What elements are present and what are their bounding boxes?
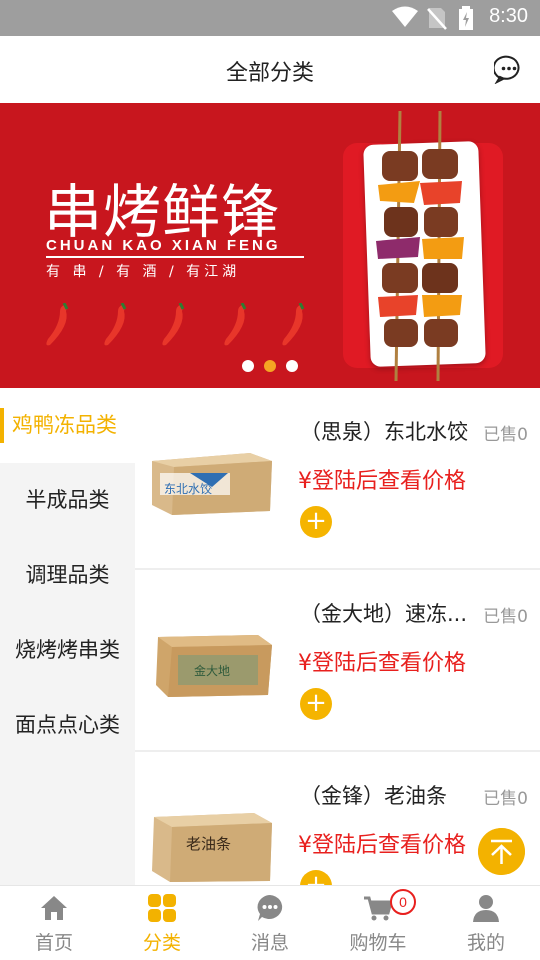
cart-badge: 0 (390, 889, 416, 915)
product-name[interactable]: （金锋）老油条 (300, 780, 475, 810)
product-box-label: 老油条 (186, 835, 231, 853)
tab-label: 分类 (142, 932, 181, 954)
tab-label: 购物车 (349, 932, 407, 954)
add-to-cart-button[interactable]: + (300, 688, 332, 720)
battery-charging-icon (459, 6, 473, 30)
chili-pepper-icon (282, 303, 305, 346)
sidebar-item-semi-finished[interactable]: 半成品类 (0, 463, 135, 538)
banner-divider (46, 256, 304, 258)
sidebar-item-bbq-skewers[interactable]: 烧烤烤串类 (0, 613, 135, 688)
product-image: 老油条 (152, 813, 272, 882)
clock: 8:30 (489, 5, 528, 27)
tab-category[interactable]: 分类 (108, 886, 216, 960)
product-box-label: 金大地 (194, 663, 230, 678)
sidebar-item-poultry-frozen[interactable]: 鸡鸭冻品类 (0, 388, 135, 463)
tab-profile[interactable]: 我的 (432, 886, 540, 960)
chili-pepper-icon (46, 303, 69, 346)
product-sold: 已售0 (483, 607, 528, 627)
skewer-image (376, 111, 464, 381)
tab-label: 消息 (250, 932, 289, 954)
product-image: 金大地 (156, 635, 272, 697)
carousel-dot[interactable] (286, 360, 298, 372)
page-title: 全部分类 (225, 61, 314, 86)
product-image: 东北水饺 (152, 453, 272, 515)
add-to-cart-button[interactable]: + (300, 506, 332, 538)
promo-banner[interactable]: 串烤鲜锋 CHUAN KAO XIAN FENG 有 串 / 有 酒 / 有江湖 (0, 103, 540, 388)
tab-label: 首页 (34, 932, 73, 954)
header: 全部分类 (0, 36, 540, 103)
product-sold: 已售0 (483, 425, 528, 445)
chili-pepper-icon (162, 303, 185, 346)
tab-home[interactable]: 首页 (0, 886, 108, 960)
back-to-top-icon[interactable] (478, 828, 525, 875)
tab-messages[interactable]: 消息 (216, 886, 324, 960)
product-box-label: 东北水饺 (164, 481, 212, 496)
home-icon (41, 896, 67, 920)
product-price[interactable]: ¥登陆后查看价格 (298, 645, 466, 677)
bottom-tab-bar: 首页 分类 消息 购物车 0 我的 (0, 885, 540, 960)
user-icon (473, 895, 499, 922)
carousel-indicator (0, 357, 540, 376)
carousel-dot[interactable] (242, 360, 254, 372)
wifi-icon (392, 6, 418, 27)
tab-cart[interactable]: 购物车 (324, 886, 432, 960)
product-item[interactable]: 东北水饺 （思泉）东北水饺 已售0 ¥登陆后查看价格 + (135, 388, 540, 570)
carousel-dot-active[interactable] (264, 360, 276, 372)
category-sidebar: 鸡鸭冻品类 半成品类 调理品类 烧烤烤串类 面点点心类 (0, 388, 135, 885)
status-bar: 8:30 (0, 0, 540, 36)
banner-pinyin: CHUAN KAO XIAN FENG (46, 237, 281, 254)
sidebar-item-prepared[interactable]: 调理品类 (0, 538, 135, 613)
message-icon (257, 895, 283, 921)
cart-icon (364, 896, 393, 921)
tab-label: 我的 (466, 932, 505, 954)
chat-bubble-icon[interactable] (494, 54, 524, 84)
chili-pepper-icon (104, 303, 127, 346)
sidebar-item-pastry[interactable]: 面点点心类 (0, 688, 135, 763)
chili-pepper-icon (224, 303, 247, 346)
product-price[interactable]: ¥登陆后查看价格 (298, 463, 466, 495)
product-item[interactable]: 金大地 （金大地）速冻... 已售0 ¥登陆后查看价格 + (135, 570, 540, 752)
banner-slogan: 有 串 / 有 酒 / 有江湖 (46, 264, 241, 280)
product-name[interactable]: （金大地）速冻... (300, 598, 475, 628)
no-sim-icon (427, 8, 447, 30)
product-price[interactable]: ¥登陆后查看价格 (298, 827, 466, 859)
grid-icon (148, 894, 176, 922)
product-sold: 已售0 (483, 789, 528, 809)
product-name[interactable]: （思泉）东北水饺 (300, 416, 475, 446)
